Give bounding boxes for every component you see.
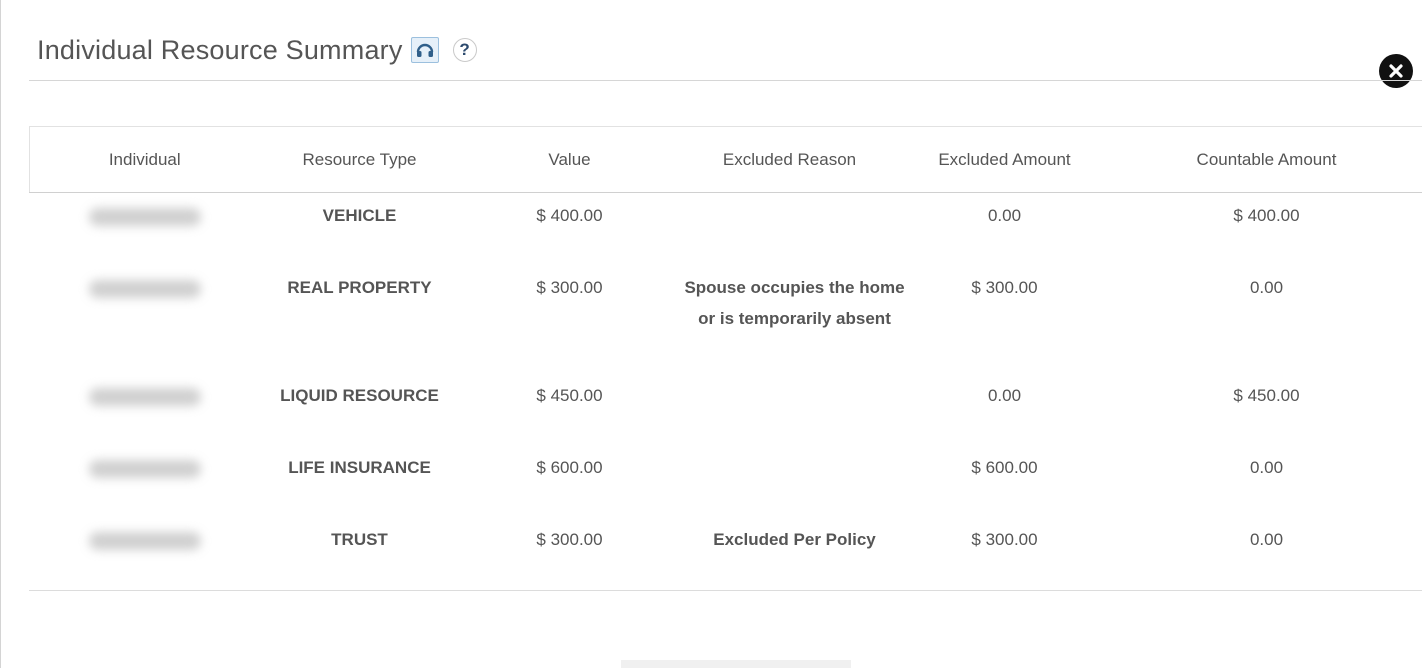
resource-type-cell: VEHICLE (322, 206, 397, 225)
table-row: VEHICLE $ 400.00 0.00 $ 400.00 (30, 193, 1422, 265)
table-header-row: Individual Resource Type Value Excluded … (29, 126, 1422, 193)
excluded-amount-cell: $ 300.00 (971, 529, 1038, 549)
resource-summary-dialog: Individual Resource Summary ? Individual… (0, 0, 1422, 668)
countable-amount-cell: 0.00 (1249, 277, 1284, 297)
countable-amount-cell: 0.00 (1249, 457, 1284, 477)
footer-button-edge[interactable] (621, 660, 851, 668)
individual-cell (30, 193, 260, 265)
table-row: LIQUID RESOURCE $ 450.00 0.00 $ 450.00 (30, 373, 1422, 445)
headphones-icon (416, 43, 433, 57)
value-cell: $ 300.00 (536, 277, 603, 297)
redacted-name (88, 208, 201, 226)
excluded-reason-cell (680, 445, 900, 517)
individual-cell (30, 373, 260, 445)
column-header-excluded-reason[interactable]: Excluded Reason (680, 127, 900, 193)
excluded-amount-cell: 0.00 (987, 385, 1022, 405)
resource-table-container: Individual Resource Type Value Excluded … (29, 126, 1422, 589)
question-icon: ? (459, 40, 470, 59)
resource-type-cell: LIQUID RESOURCE (280, 385, 439, 405)
help-button[interactable]: ? (452, 38, 477, 62)
excluded-amount-cell: 0.00 (987, 206, 1022, 225)
column-header-countable-amount[interactable]: Countable Amount (1110, 127, 1422, 193)
resource-type-cell: REAL PROPERTY (287, 277, 432, 297)
individual-cell (30, 445, 260, 517)
table-bottom-divider (29, 590, 1422, 591)
resource-table: Individual Resource Type Value Excluded … (29, 126, 1422, 589)
value-cell: $ 400.00 (536, 206, 603, 225)
excluded-amount-cell: $ 600.00 (971, 457, 1038, 477)
close-button[interactable] (1379, 54, 1413, 88)
dialog-header: Individual Resource Summary ? (37, 28, 477, 72)
column-header-individual[interactable]: Individual (30, 127, 260, 193)
value-cell: $ 300.00 (536, 529, 603, 549)
excluded-reason-cell: Excluded Per Policy (680, 517, 900, 589)
title-divider (29, 80, 1422, 81)
close-icon (1389, 64, 1403, 78)
individual-cell (30, 517, 260, 589)
excluded-reason-text: Excluded Per Policy (713, 529, 876, 549)
countable-amount-cell: $ 400.00 (1233, 206, 1300, 225)
resource-type-cell: LIFE INSURANCE (288, 457, 431, 477)
column-header-value[interactable]: Value (460, 127, 680, 193)
value-cell: $ 600.00 (536, 457, 603, 477)
table-row: REAL PROPERTY $ 300.00 Spouse occupies t… (30, 265, 1422, 373)
excluded-amount-cell: $ 300.00 (971, 277, 1038, 297)
excluded-reason-text: Spouse occupies the home or is temporari… (684, 277, 905, 328)
excluded-reason-cell (680, 193, 900, 265)
table-row: LIFE INSURANCE $ 600.00 $ 600.00 0.00 (30, 445, 1422, 517)
redacted-name (88, 279, 201, 298)
countable-amount-cell: 0.00 (1249, 529, 1284, 549)
resource-type-cell: TRUST (331, 529, 388, 549)
redacted-name (88, 387, 201, 406)
audio-button[interactable] (410, 37, 439, 63)
column-header-excluded-amount[interactable]: Excluded Amount (900, 127, 1110, 193)
excluded-reason-cell (680, 373, 900, 445)
column-header-resource-type[interactable]: Resource Type (260, 127, 460, 193)
value-cell: $ 450.00 (536, 385, 603, 405)
redacted-name (88, 531, 201, 550)
table-row: TRUST $ 300.00 Excluded Per Policy $ 300… (30, 517, 1422, 589)
excluded-reason-cell: Spouse occupies the home or is temporari… (680, 265, 904, 373)
individual-cell (30, 265, 260, 373)
dialog-title: Individual Resource Summary (37, 34, 403, 65)
countable-amount-cell: $ 450.00 (1233, 385, 1300, 405)
redacted-name (88, 459, 201, 478)
